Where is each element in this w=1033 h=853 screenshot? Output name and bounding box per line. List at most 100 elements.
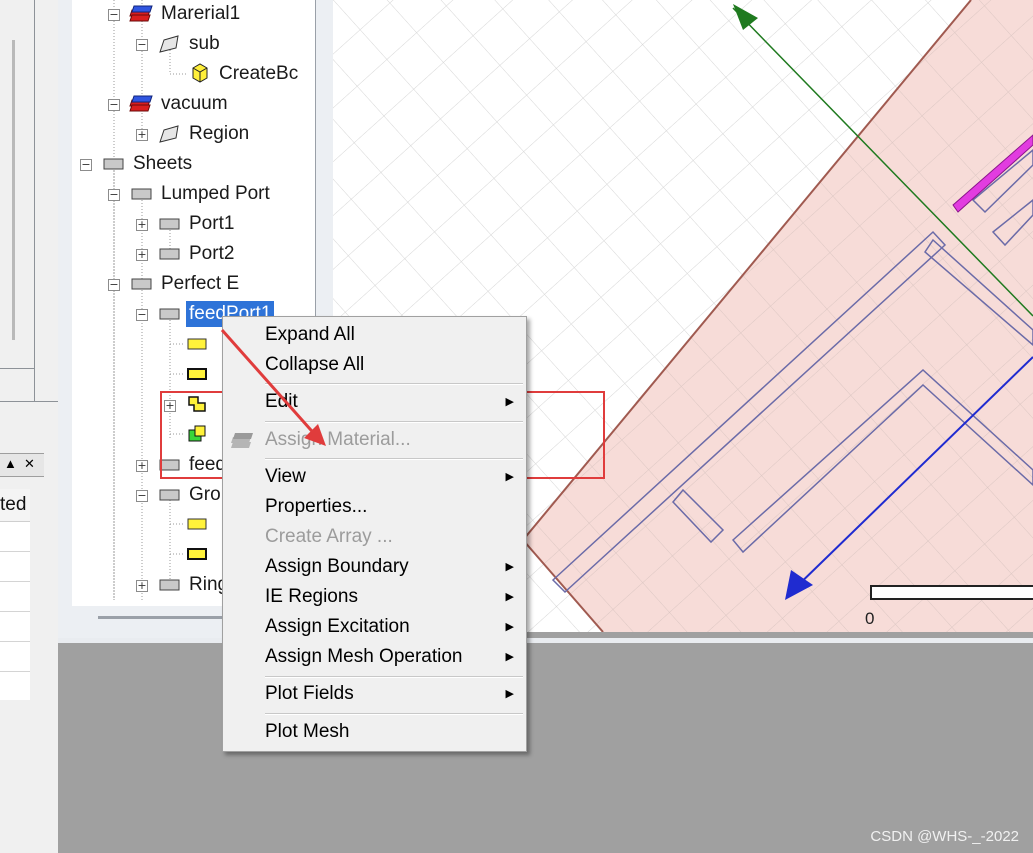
menu-item-label: Assign Excitation <box>265 616 410 637</box>
grid-row[interactable] <box>0 612 30 642</box>
watermark: CSDN @WHS-_-2022 <box>870 828 1019 845</box>
menu-item-assign-boundary[interactable]: Assign Boundary ▶ <box>223 552 526 582</box>
grid-row[interactable] <box>0 552 30 582</box>
grid-row[interactable] <box>0 642 30 672</box>
submenu-arrow-icon: ▶ <box>505 591 514 603</box>
face-outline-icon <box>187 368 207 380</box>
material-icon <box>231 433 253 448</box>
menu-item-edit[interactable]: Edit ▶ <box>223 387 526 417</box>
column-header-label: ted <box>0 494 27 515</box>
menu-item-label: Assign Boundary <box>265 556 409 577</box>
scale-bar <box>870 585 1033 600</box>
tree-expander[interactable]: − <box>136 490 148 502</box>
menu-item-plot-fields[interactable]: Plot Fields ▶ <box>223 679 526 709</box>
menu-item-label: Plot Mesh <box>265 721 350 742</box>
sheet-icon <box>103 158 124 170</box>
material-icon <box>129 5 153 22</box>
menu-item-assign-material[interactable]: Assign Material... <box>223 425 526 455</box>
menu-item-label: Plot Fields <box>265 683 354 704</box>
tree-expander[interactable]: − <box>108 99 120 111</box>
tree-expander[interactable]: + <box>136 460 148 472</box>
tree-expander[interactable]: − <box>108 9 120 21</box>
tree-item-vacuum[interactable]: vacuum <box>161 91 228 117</box>
face-outline-icon <box>187 548 207 560</box>
tree-expander[interactable]: + <box>136 249 148 261</box>
menu-separator <box>265 676 523 678</box>
menu-item-label: View <box>265 466 306 487</box>
sheet-icon <box>159 218 180 230</box>
menu-separator <box>265 458 523 460</box>
panel-close-button[interactable]: ✕ <box>24 456 35 472</box>
face-icon <box>187 518 207 530</box>
menu-item-view[interactable]: View ▶ <box>223 462 526 492</box>
context-menu: Expand All Collapse All Edit ▶ Assign Mat… <box>222 316 527 752</box>
tree-expander[interactable]: + <box>136 219 148 231</box>
box-icon <box>192 63 208 83</box>
submenu-arrow-icon: ▶ <box>505 471 514 483</box>
sheet-icon <box>159 489 180 501</box>
empty-workspace <box>58 643 1033 853</box>
submenu-arrow-icon: ▶ <box>505 561 514 573</box>
sheet-icon <box>131 278 152 290</box>
tree-expander[interactable]: − <box>80 159 92 171</box>
left-panel-footer <box>0 700 58 853</box>
menu-item-label: Expand All <box>265 324 355 345</box>
tree-item-lumped-port[interactable]: Lumped Port <box>161 181 270 207</box>
menu-item-label: Create Array ... <box>265 526 393 547</box>
material-icon <box>129 95 153 112</box>
menu-separator <box>265 713 523 715</box>
tree-item-port2[interactable]: Port2 <box>189 241 234 267</box>
sheet-icon <box>159 308 180 320</box>
tree-item-sub[interactable]: sub <box>189 31 220 57</box>
menu-item-label: Collapse All <box>265 354 365 375</box>
sheet-icon <box>159 248 180 260</box>
tree-item-port1[interactable]: Port1 <box>189 211 234 237</box>
grid-row[interactable] <box>0 672 30 702</box>
tree-item-perfect-e[interactable]: Perfect E <box>161 271 239 297</box>
menu-item-create-array[interactable]: Create Array ... <box>223 522 526 552</box>
menu-item-assign-mesh-operation[interactable]: Assign Mesh Operation ▶ <box>223 642 526 672</box>
tree-expander[interactable]: − <box>108 279 120 291</box>
tree-expander[interactable]: − <box>136 39 148 51</box>
properties-panel-header: ▲ ✕ <box>0 453 44 477</box>
grid-row[interactable] <box>0 522 30 552</box>
face-icon <box>187 338 207 350</box>
tree-expander[interactable]: + <box>136 580 148 592</box>
menu-item-collapse-all[interactable]: Collapse All <box>223 350 526 380</box>
menu-item-properties[interactable]: Properties... <box>223 492 526 522</box>
menu-item-expand-all[interactable]: Expand All <box>223 320 526 350</box>
tree-item-material1[interactable]: Marerial1 <box>161 1 240 27</box>
menu-item-assign-excitation[interactable]: Assign Excitation ▶ <box>223 612 526 642</box>
panel-up-button[interactable]: ▲ <box>4 456 17 471</box>
tree-expander[interactable]: − <box>136 309 148 321</box>
tree-item-sheets[interactable]: Sheets <box>133 151 192 177</box>
tree-item-createbox[interactable]: CreateBc <box>219 61 298 87</box>
submenu-arrow-icon: ▶ <box>505 621 514 633</box>
scale-bar-label: 0 <box>865 609 875 628</box>
menu-item-label: Assign Material... <box>265 429 411 450</box>
submenu-arrow-icon: ▶ <box>505 688 514 700</box>
properties-column-header[interactable]: ted <box>0 489 30 522</box>
menu-item-ie-regions[interactable]: IE Regions ▶ <box>223 582 526 612</box>
sheet-icon <box>159 579 180 591</box>
grid-row[interactable] <box>0 582 30 612</box>
tree-item-region[interactable]: Region <box>189 121 249 147</box>
submenu-arrow-icon: ▶ <box>505 396 514 408</box>
menu-item-label: Properties... <box>265 496 368 517</box>
left-panel-divider-h <box>0 368 35 369</box>
object-icon <box>159 125 179 143</box>
left-panel-scrollbar[interactable] <box>12 40 15 340</box>
menu-item-label: Assign Mesh Operation <box>265 646 463 667</box>
sheet-icon <box>131 188 152 200</box>
menu-separator <box>265 421 523 423</box>
tree-expander[interactable]: + <box>136 129 148 141</box>
menu-item-plot-mesh[interactable]: Plot Mesh <box>223 717 526 747</box>
left-panel-bottom-edge <box>0 401 58 402</box>
menu-item-label: Edit <box>265 391 298 412</box>
submenu-arrow-icon: ▶ <box>505 651 514 663</box>
tree-item-ground[interactable]: Gro <box>189 482 221 508</box>
left-panel-divider <box>34 0 35 402</box>
menu-separator <box>265 383 523 385</box>
tree-expander[interactable]: − <box>108 189 120 201</box>
menu-item-label: IE Regions <box>265 586 358 607</box>
